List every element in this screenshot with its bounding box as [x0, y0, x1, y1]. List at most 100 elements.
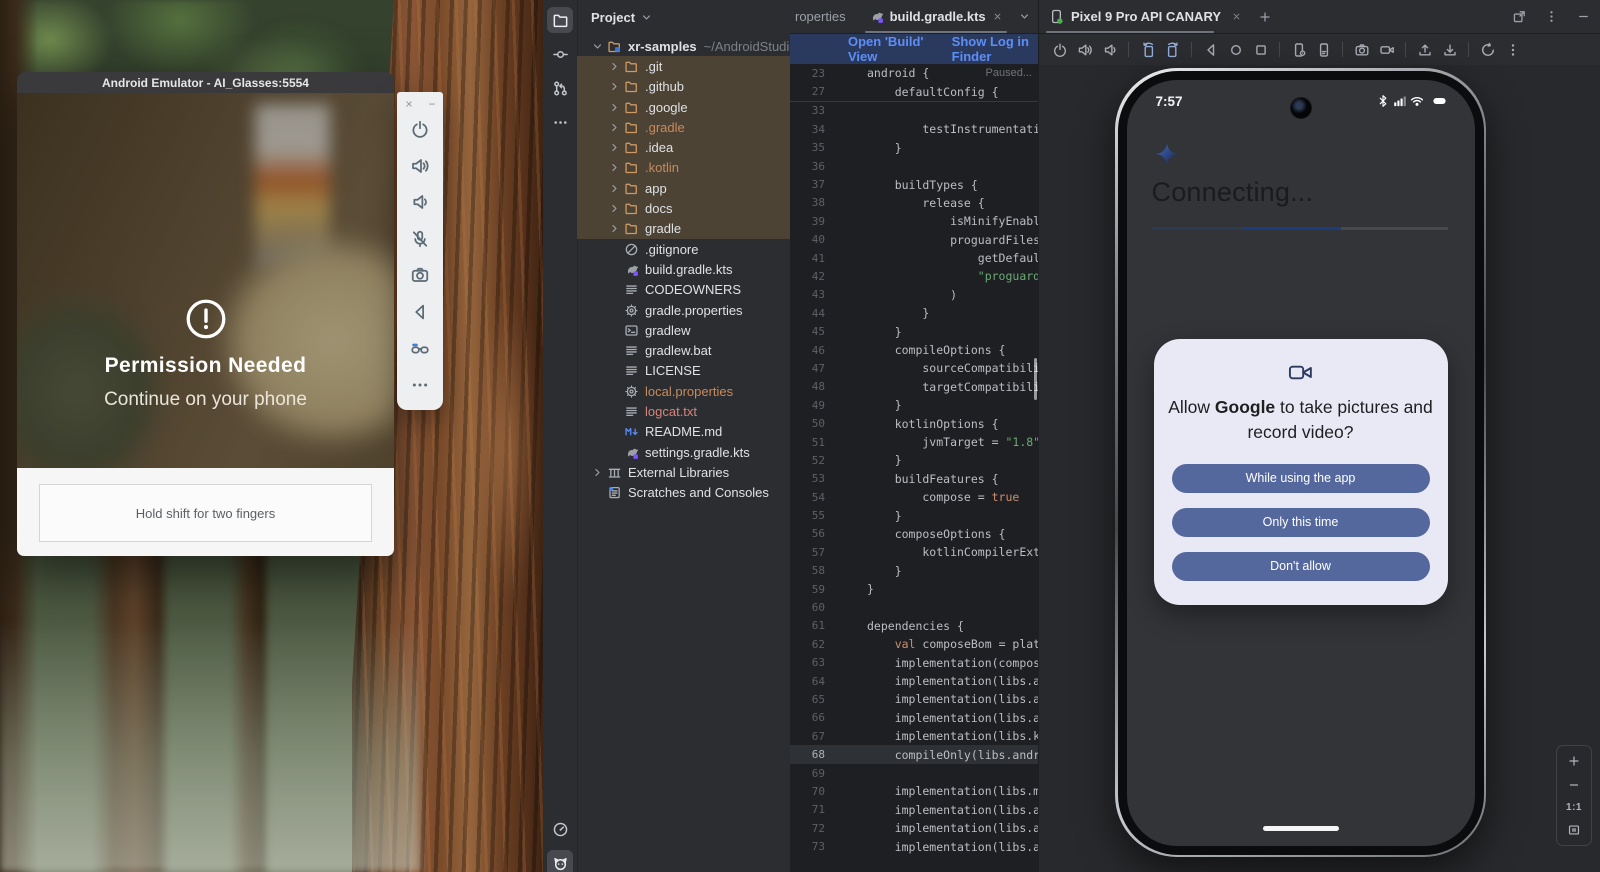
- project-tree-row[interactable]: settings.gradle.kts: [577, 442, 790, 462]
- emulator-more-h-button[interactable]: [404, 367, 436, 404]
- hide-panel-icon[interactable]: [1576, 9, 1591, 24]
- code-line[interactable]: 39 isMinifyEnabled: [790, 212, 1038, 230]
- project-tree-row[interactable]: .kotlin: [577, 158, 790, 178]
- device-upload-button[interactable]: [1413, 38, 1436, 62]
- device-overview-button[interactable]: [1249, 38, 1272, 62]
- code-line[interactable]: 59}: [790, 580, 1038, 598]
- code-line[interactable]: 52 }: [790, 451, 1038, 469]
- code-line[interactable]: 34 testInstrumentationR: [790, 120, 1038, 138]
- project-tree-row[interactable]: app: [577, 178, 790, 198]
- device-kebab-button[interactable]: [1501, 38, 1524, 62]
- hidden-tabs-chevron-icon[interactable]: [1018, 10, 1031, 23]
- emulator-volume-up-button[interactable]: [404, 148, 436, 185]
- device-tab-pixel-9-pro[interactable]: Pixel 9 Pro API CANARY: [1049, 9, 1242, 24]
- code-line[interactable]: 72 implementation(libs.andr: [790, 819, 1038, 837]
- code-line[interactable]: 23android {Paused...: [790, 64, 1038, 82]
- device-rotate-right-button[interactable]: [1161, 38, 1184, 62]
- code-line[interactable]: 63 implementation(composeBo: [790, 654, 1038, 672]
- stripe-folder-project-button[interactable]: [547, 7, 573, 33]
- code-line[interactable]: 27 defaultConfig {: [790, 82, 1038, 100]
- code-line[interactable]: 36: [790, 157, 1038, 175]
- device-rotate-left-button[interactable]: [1136, 38, 1159, 62]
- only-this-time-button[interactable]: Only this time: [1172, 508, 1430, 537]
- emulator-screen[interactable]: Permission Needed Continue on your phone: [17, 93, 394, 468]
- code-line[interactable]: 41 getDefaultPr: [790, 249, 1038, 267]
- chevron-right-icon[interactable]: [608, 101, 621, 114]
- open-in-window-icon[interactable]: [1512, 9, 1527, 24]
- zoom-out-icon[interactable]: [1567, 778, 1581, 792]
- code-line[interactable]: 57 kotlinCompilerExtens: [790, 543, 1038, 561]
- stripe-commit-button[interactable]: [547, 41, 573, 67]
- project-tree-row[interactable]: build.gradle.kts: [577, 259, 790, 279]
- device-device-keys-button[interactable]: [1312, 38, 1335, 62]
- code-line[interactable]: 46 compileOptions {: [790, 341, 1038, 359]
- zoom-fit-icon[interactable]: [1567, 823, 1581, 837]
- device-snapshot-button[interactable]: [1476, 38, 1499, 62]
- code-line[interactable]: 38 release {: [790, 194, 1038, 212]
- code-line[interactable]: 65 implementation(libs.andr: [790, 690, 1038, 708]
- project-tree-row[interactable]: README.md: [577, 422, 790, 442]
- chevron-right-icon[interactable]: [608, 202, 621, 215]
- code-line[interactable]: 42 "proguard-ru: [790, 267, 1038, 285]
- project-tree-row[interactable]: .google: [577, 97, 790, 117]
- project-tree-row[interactable]: xr-samples~/AndroidStudioProje: [577, 36, 790, 56]
- code-line[interactable]: 40 proguardFiles(: [790, 231, 1038, 249]
- emulator-title[interactable]: Android Emulator - AI_Glasses:5554: [17, 72, 394, 93]
- code-line[interactable]: 47 sourceCompatibility: [790, 359, 1038, 377]
- code-line[interactable]: 70 implementation(libs.mate: [790, 782, 1038, 800]
- code-line[interactable]: 50 kotlinOptions {: [790, 414, 1038, 432]
- project-tree-row[interactable]: logcat.txt: [577, 401, 790, 421]
- chevron-right-icon[interactable]: [608, 60, 621, 73]
- project-tree-row[interactable]: LICENSE: [577, 361, 790, 381]
- add-device-tab-icon[interactable]: [1258, 10, 1272, 24]
- tab-gradle-properties[interactable]: roperties: [790, 0, 860, 33]
- show-log-in-finder-link[interactable]: Show Log in Finder: [952, 34, 1038, 64]
- project-tree-row[interactable]: Scratches and Consoles: [577, 483, 790, 503]
- code-line[interactable]: 53 buildFeatures {: [790, 470, 1038, 488]
- stripe-more-h-button[interactable]: [547, 109, 573, 135]
- chevron-right-icon[interactable]: [591, 466, 604, 479]
- stripe-gauge-button[interactable]: [547, 816, 573, 842]
- chevron-right-icon[interactable]: [608, 182, 621, 195]
- project-tree-row[interactable]: gradle: [577, 219, 790, 239]
- code-line[interactable]: 71 implementation(libs.andr: [790, 801, 1038, 819]
- project-tree-row[interactable]: docs: [577, 198, 790, 218]
- code-line[interactable]: 60: [790, 598, 1038, 616]
- code-line[interactable]: 43 ): [790, 286, 1038, 304]
- code-viewport[interactable]: 3334 testInstrumentationR35 }3637 buildT…: [790, 102, 1038, 856]
- project-tree-row[interactable]: local.properties: [577, 381, 790, 401]
- project-tree-row[interactable]: .git: [577, 56, 790, 76]
- code-line[interactable]: 55 }: [790, 506, 1038, 524]
- code-line[interactable]: 68 compileOnly(libs.android: [790, 745, 1038, 763]
- close-icon[interactable]: [1231, 11, 1242, 22]
- code-line[interactable]: 62 val composeBom = platfor: [790, 635, 1038, 653]
- open-build-view-link[interactable]: Open 'Build' View: [848, 34, 926, 64]
- code-line[interactable]: 37 buildTypes {: [790, 175, 1038, 193]
- kebab-menu-icon[interactable]: [1544, 9, 1559, 24]
- code-line[interactable]: 56 composeOptions {: [790, 525, 1038, 543]
- code-line[interactable]: 64 implementation(libs.andr: [790, 672, 1038, 690]
- chevron-right-icon[interactable]: [608, 141, 621, 154]
- zoom-in-icon[interactable]: [1567, 754, 1581, 768]
- project-tree-row[interactable]: .github: [577, 77, 790, 97]
- emulator-mic-off-button[interactable]: [404, 221, 436, 258]
- chevron-down-icon[interactable]: [591, 40, 604, 53]
- code-line[interactable]: 67 implementation(libs.kotl: [790, 727, 1038, 745]
- emulator-glasses-button[interactable]: [404, 330, 436, 367]
- device-power-button[interactable]: [1048, 38, 1071, 62]
- code-line[interactable]: 69: [790, 764, 1038, 782]
- tab-build-gradle-kts[interactable]: build.gradle.kts: [860, 0, 1012, 33]
- device-volume-up-button[interactable]: [1073, 38, 1096, 62]
- device-device-gear-button[interactable]: [1287, 38, 1310, 62]
- code-line[interactable]: 35 }: [790, 139, 1038, 157]
- chevron-right-icon[interactable]: [608, 121, 621, 134]
- project-tree-row[interactable]: .gradle: [577, 117, 790, 137]
- phone-screen[interactable]: 7:57 Connecting...: [1127, 80, 1475, 846]
- project-tree-row[interactable]: .idea: [577, 137, 790, 157]
- code-line[interactable]: 66 implementation(libs.andr: [790, 709, 1038, 727]
- project-panel-header[interactable]: Project: [577, 0, 790, 34]
- code-line[interactable]: 73 implementation(libs.andr: [790, 837, 1038, 855]
- zoom-ratio-label[interactable]: 1:1: [1566, 802, 1582, 813]
- chevron-right-icon[interactable]: [608, 80, 621, 93]
- device-volume-down-button[interactable]: [1098, 38, 1121, 62]
